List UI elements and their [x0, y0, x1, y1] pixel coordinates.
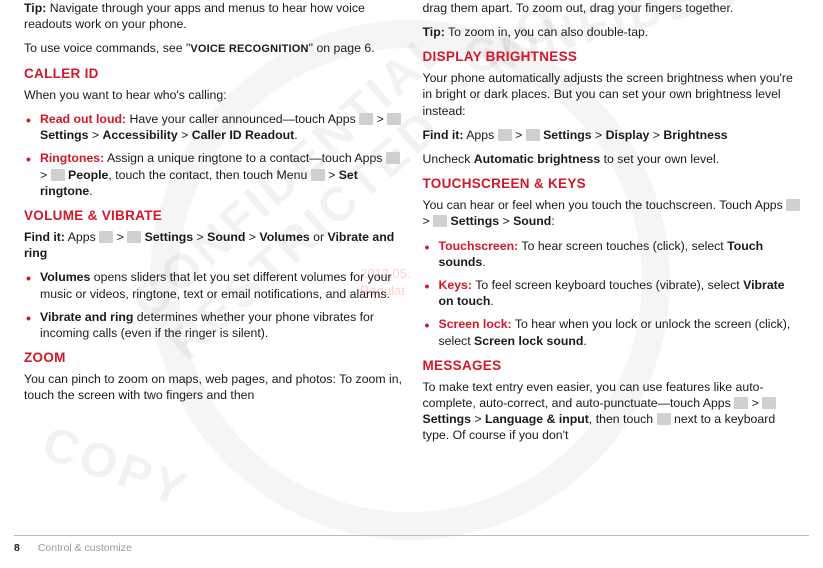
left-column: Tip: Navigate through your apps and menu… — [14, 0, 413, 528]
page-number: 8 — [14, 542, 20, 554]
caller-id-heading: CALLER ID — [24, 65, 403, 83]
item-label: Ringtones: — [40, 151, 104, 165]
settings-slider-icon — [657, 413, 671, 425]
brightness-findit: Find it: Apps > Settings > Display > Bri… — [423, 127, 802, 143]
brightness-text: Your phone automatically adjusts the scr… — [423, 70, 802, 119]
tip-paragraph: Tip: To zoom in, you can also double-tap… — [423, 24, 802, 40]
menu-icon — [311, 169, 325, 181]
settings-icon — [387, 113, 401, 125]
tip-label: Tip: — [423, 25, 445, 39]
people-icon — [51, 169, 65, 181]
footer-section: Control & customize — [38, 542, 132, 554]
settings-icon — [762, 397, 776, 409]
page-body: Tip: Navigate through your apps and menu… — [0, 0, 823, 528]
list-item: Read out loud: Have your caller announce… — [24, 111, 403, 143]
apps-icon — [99, 231, 113, 243]
apps-icon — [498, 129, 512, 141]
item-label: Keys: — [439, 278, 473, 292]
touchscreen-list: Touchscreen: To hear screen touches (cli… — [423, 238, 802, 349]
zoom-continuation: drag them apart. To zoom out, drag your … — [423, 0, 802, 16]
findit-label: Find it: — [24, 230, 65, 244]
right-column: drag them apart. To zoom out, drag your … — [413, 0, 812, 528]
zoom-heading: ZOOM — [24, 349, 403, 367]
apps-icon — [386, 152, 400, 164]
item-label: Screen lock: — [439, 317, 512, 331]
messages-heading: MESSAGES — [423, 357, 802, 375]
settings-icon — [433, 215, 447, 227]
item-label: Touchscreen: — [439, 239, 519, 253]
messages-text: To make text entry even easier, you can … — [423, 379, 802, 444]
tip-text: Navigate through your apps and menus to … — [24, 1, 365, 31]
display-brightness-heading: DISPLAY BRIGHTNESS — [423, 48, 802, 66]
list-item: Volumes opens sliders that let you set d… — [24, 269, 403, 301]
volume-vibrate-heading: VOLUME & VIBRATE — [24, 207, 403, 225]
list-item: Touchscreen: To hear screen touches (cli… — [423, 238, 802, 270]
settings-icon — [526, 129, 540, 141]
volume-findit: Find it: Apps > Settings > Sound > Volum… — [24, 229, 403, 261]
list-item: Vibrate and ring determines whether your… — [24, 309, 403, 341]
zoom-text: You can pinch to zoom on maps, web pages… — [24, 371, 403, 403]
list-item: Keys: To feel screen keyboard touches (v… — [423, 277, 802, 309]
apps-icon — [359, 113, 373, 125]
item-label: Read out loud: — [40, 112, 126, 126]
tip-label: Tip: — [24, 1, 46, 15]
findit-label: Find it: — [423, 128, 464, 142]
touchscreen-intro: You can hear or feel when you touch the … — [423, 197, 802, 229]
touchscreen-keys-heading: TOUCHSCREEN & KEYS — [423, 175, 802, 193]
brightness-uncheck: Uncheck Automatic brightness to set your… — [423, 151, 802, 167]
caller-id-list: Read out loud: Have your caller announce… — [24, 111, 403, 199]
item-label: Vibrate and ring — [40, 310, 133, 324]
volume-list: Volumes opens sliders that let you set d… — [24, 269, 403, 341]
apps-icon — [786, 199, 800, 211]
apps-icon — [734, 397, 748, 409]
voice-recognition-link: VOICE RECOGNITION — [190, 43, 308, 55]
page-footer: 8 Control & customize — [14, 535, 809, 554]
list-item: Screen lock: To hear when you lock or un… — [423, 316, 802, 348]
list-item: Ringtones: Assign a unique ringtone to a… — [24, 150, 403, 199]
settings-icon — [127, 231, 141, 243]
tip-text: To zoom in, you can also double-tap. — [445, 25, 648, 39]
caller-id-intro: When you want to hear who's calling: — [24, 87, 403, 103]
tip-paragraph: Tip: Navigate through your apps and menu… — [24, 0, 403, 32]
item-label: Volumes — [40, 270, 90, 284]
voice-recognition-paragraph: To use voice commands, see "VOICE RECOGN… — [24, 40, 403, 57]
